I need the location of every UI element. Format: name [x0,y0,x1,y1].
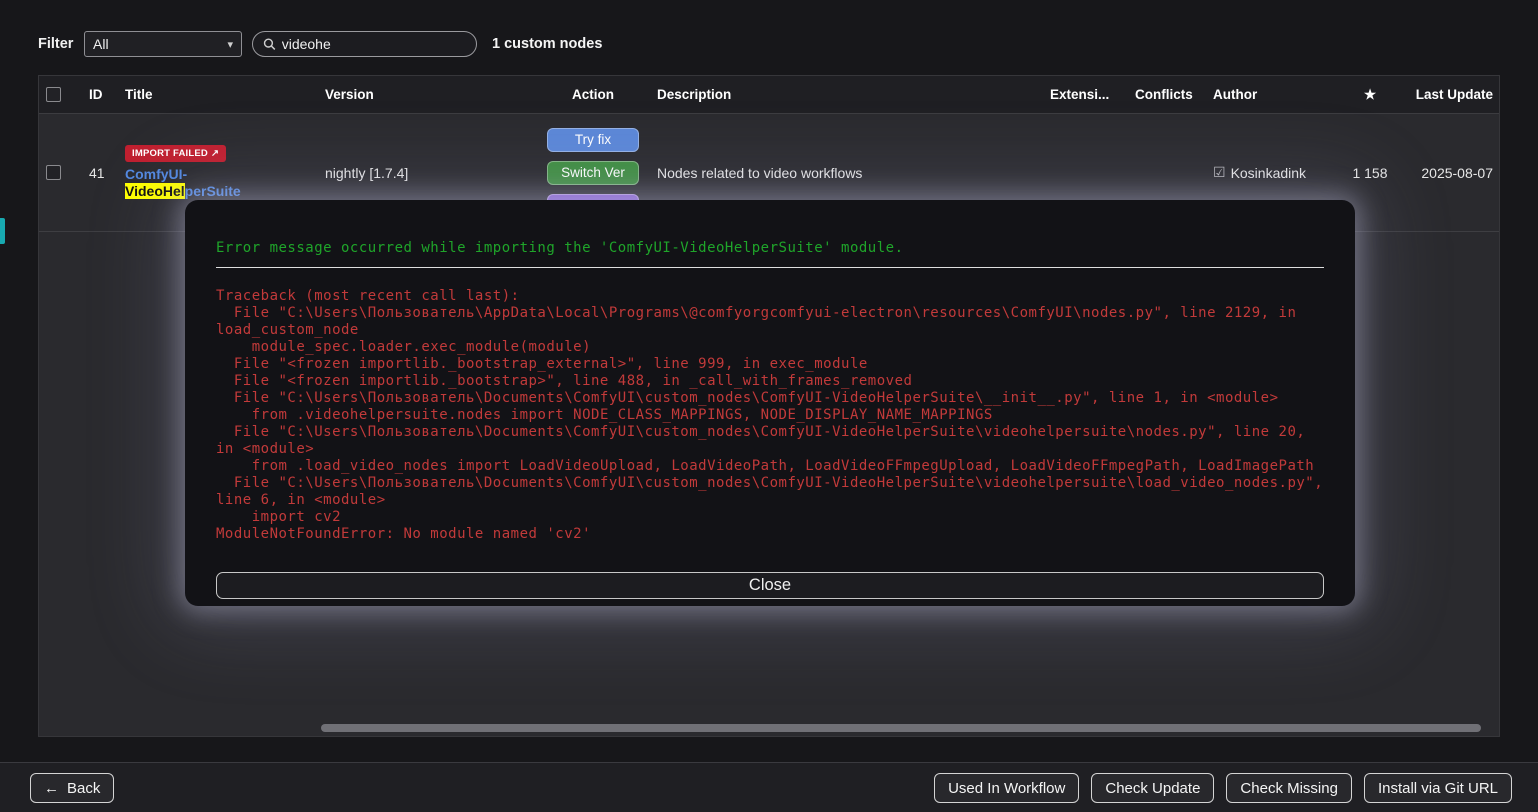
switch-version-button[interactable]: Switch Ver [547,160,639,185]
import-error-dialog: Error message occurred while importing t… [185,200,1355,606]
try-fix-button[interactable]: Try fix [547,127,639,152]
divider [216,267,1324,268]
title-prefix: ComfyUI- [125,166,188,182]
header-last-update[interactable]: Last Update [1395,87,1499,102]
back-arrow-icon: ← [44,779,59,797]
traceback-text: Traceback (most recent call last): File … [216,288,1324,542]
close-button[interactable]: Close [216,572,1324,599]
row-checkbox[interactable] [46,165,61,180]
row-stars: 1 158 [1352,164,1388,181]
header-star[interactable]: ★ [1345,87,1395,103]
node-title-link[interactable]: ComfyUI- VideoHelperSuite [125,166,241,200]
author-verified-checkbox-icon: ☑ [1213,164,1226,180]
row-last-update: 2025-08-07 [1421,164,1493,181]
header-version[interactable]: Version [325,87,537,102]
side-panel-tab[interactable] [0,218,5,244]
check-missing-button[interactable]: Check Missing [1226,773,1352,803]
back-label: Back [67,779,101,797]
badge-label: IMPORT FAILED [132,148,208,159]
check-update-button[interactable]: Check Update [1091,773,1215,803]
filter-select[interactable]: All ▾ [84,31,242,57]
search-icon [263,38,276,50]
result-count: 1 custom nodes [492,36,603,52]
header-title[interactable]: Title [125,87,325,102]
external-link-icon: ↗ [210,148,220,159]
header-conflicts[interactable]: Conflicts [1127,87,1205,102]
error-message-title: Error message occurred while importing t… [216,240,904,256]
filter-select-value: All [93,36,109,52]
footer-actions: Used In Workflow Check Update Check Miss… [934,773,1512,803]
header-action[interactable]: Action [537,87,649,102]
title-search-match: VideoHel [125,183,185,199]
horizontal-scrollbar[interactable] [321,724,1481,732]
select-all-checkbox[interactable] [46,87,61,102]
chevron-down-icon: ▾ [227,38,233,51]
search-input[interactable] [281,36,466,52]
header-id[interactable]: ID [85,87,125,102]
table-header: ID Title Version Action Description Exte… [39,76,1499,114]
row-author: Kosinkadink [1230,164,1307,181]
filter-toolbar: Filter All ▾ 1 custom nodes [0,0,1538,75]
header-author[interactable]: Author [1205,87,1345,102]
used-in-workflow-button[interactable]: Used In Workflow [934,773,1080,803]
import-failed-badge[interactable]: IMPORT FAILED ↗ [125,145,227,162]
title-suffix: perSuite [184,183,241,199]
row-version: nightly [1.7.4] [325,164,409,181]
header-description[interactable]: Description [649,87,1042,102]
install-via-git-url-button[interactable]: Install via Git URL [1363,773,1512,803]
filter-label: Filter [38,36,74,52]
row-id: 41 [89,164,105,181]
back-button[interactable]: ← Back [30,773,115,803]
header-extension[interactable]: Extensi... [1042,87,1127,102]
search-box[interactable] [252,31,477,57]
footer-toolbar: ← Back Used In Workflow Check Update Che… [0,762,1538,812]
row-description: Nodes related to video workflows [657,164,863,181]
